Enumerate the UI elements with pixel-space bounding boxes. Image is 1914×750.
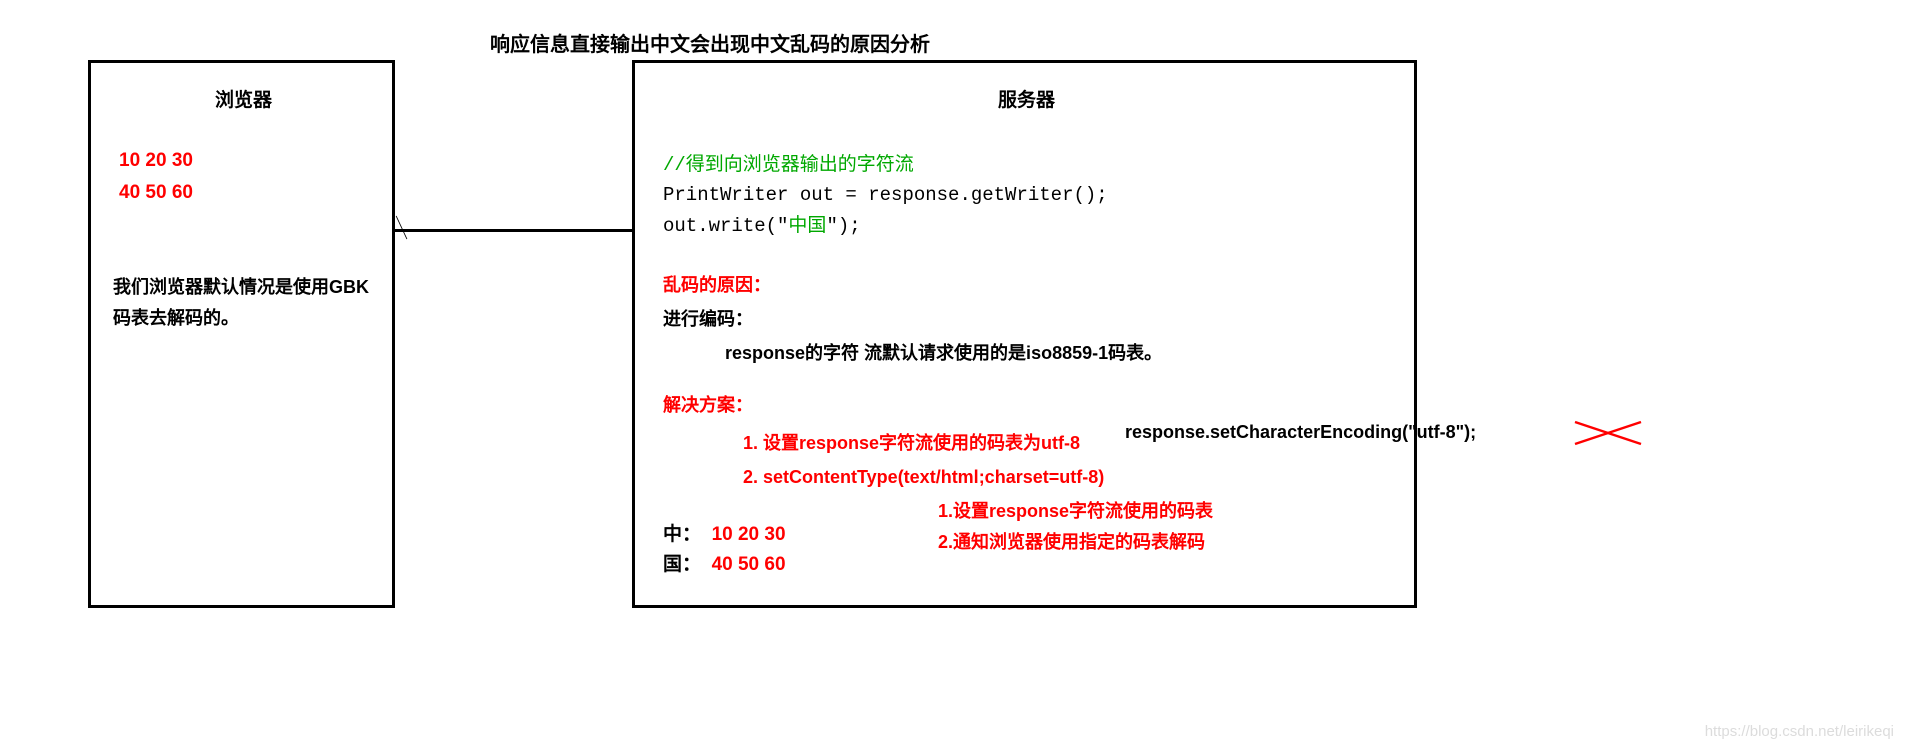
solution-subnotes: 1.设置response字符流使用的码表 2.通知浏览器使用指定的码表解码	[938, 496, 1213, 557]
byte-row1-ch: 中：	[663, 524, 712, 545]
code-comment: //得到向浏览器输出的字符流	[663, 150, 1390, 180]
encode-detail: response的字符 流默认请求使用的是iso8859-1码表。	[725, 339, 1390, 365]
reason-label: 乱码的原因：	[663, 271, 1390, 297]
watermark: https://blog.csdn.net/leirikeqi	[1705, 723, 1894, 740]
red-x-icon	[1573, 418, 1643, 448]
solution-2: 2. setContentType(text/html;charset=utf-…	[743, 467, 1390, 488]
code-line-2-cn: 中国	[788, 215, 826, 237]
byte-row2-num: 40 50 60	[712, 554, 786, 575]
browser-bytes-row2: 40 50 60	[119, 182, 374, 204]
code-line-1: PrintWriter out = response.getWriter();	[663, 180, 1390, 210]
encode-detail-b: 流默认请求使用的是iso8859-1码表。	[864, 343, 1162, 363]
byte-row2-ch: 国：	[663, 554, 712, 575]
code-line-2: out.write("中国");	[663, 211, 1390, 241]
browser-bytes: 10 20 30 40 50 60	[119, 150, 374, 204]
browser-box: 浏览器 10 20 30 40 50 60 我们浏览器默认情况是使用GBK码表去…	[88, 60, 395, 608]
arrow-server-to-browser: ／	[395, 218, 632, 238]
byte-row1-num: 10 20 30	[712, 524, 786, 545]
browser-note: 我们浏览器默认情况是使用GBK码表去解码的。	[113, 272, 374, 333]
subnote-1: 1.设置response字符流使用的码表	[938, 496, 1213, 527]
subnote-2: 2.通知浏览器使用指定的码表解码	[938, 527, 1213, 558]
code-line-2-prefix: out.write("	[663, 215, 788, 237]
overflow-code-setencoding: response.setCharacterEncoding("utf-8");	[1125, 422, 1476, 443]
code-line-2-suffix: ");	[826, 215, 860, 237]
browser-heading: 浏览器	[113, 85, 374, 112]
solution-label: 解决方案：	[663, 391, 1390, 417]
arrow-line	[395, 229, 632, 232]
encode-detail-a: response的字符	[725, 343, 859, 363]
browser-bytes-row1: 10 20 30	[119, 150, 374, 172]
encode-label: 进行编码：	[663, 305, 1390, 331]
arrow-head: ／	[390, 215, 416, 241]
server-heading: 服务器	[663, 85, 1390, 112]
diagram-title: 响应信息直接输出中文会出现中文乱码的原因分析	[0, 28, 1420, 57]
